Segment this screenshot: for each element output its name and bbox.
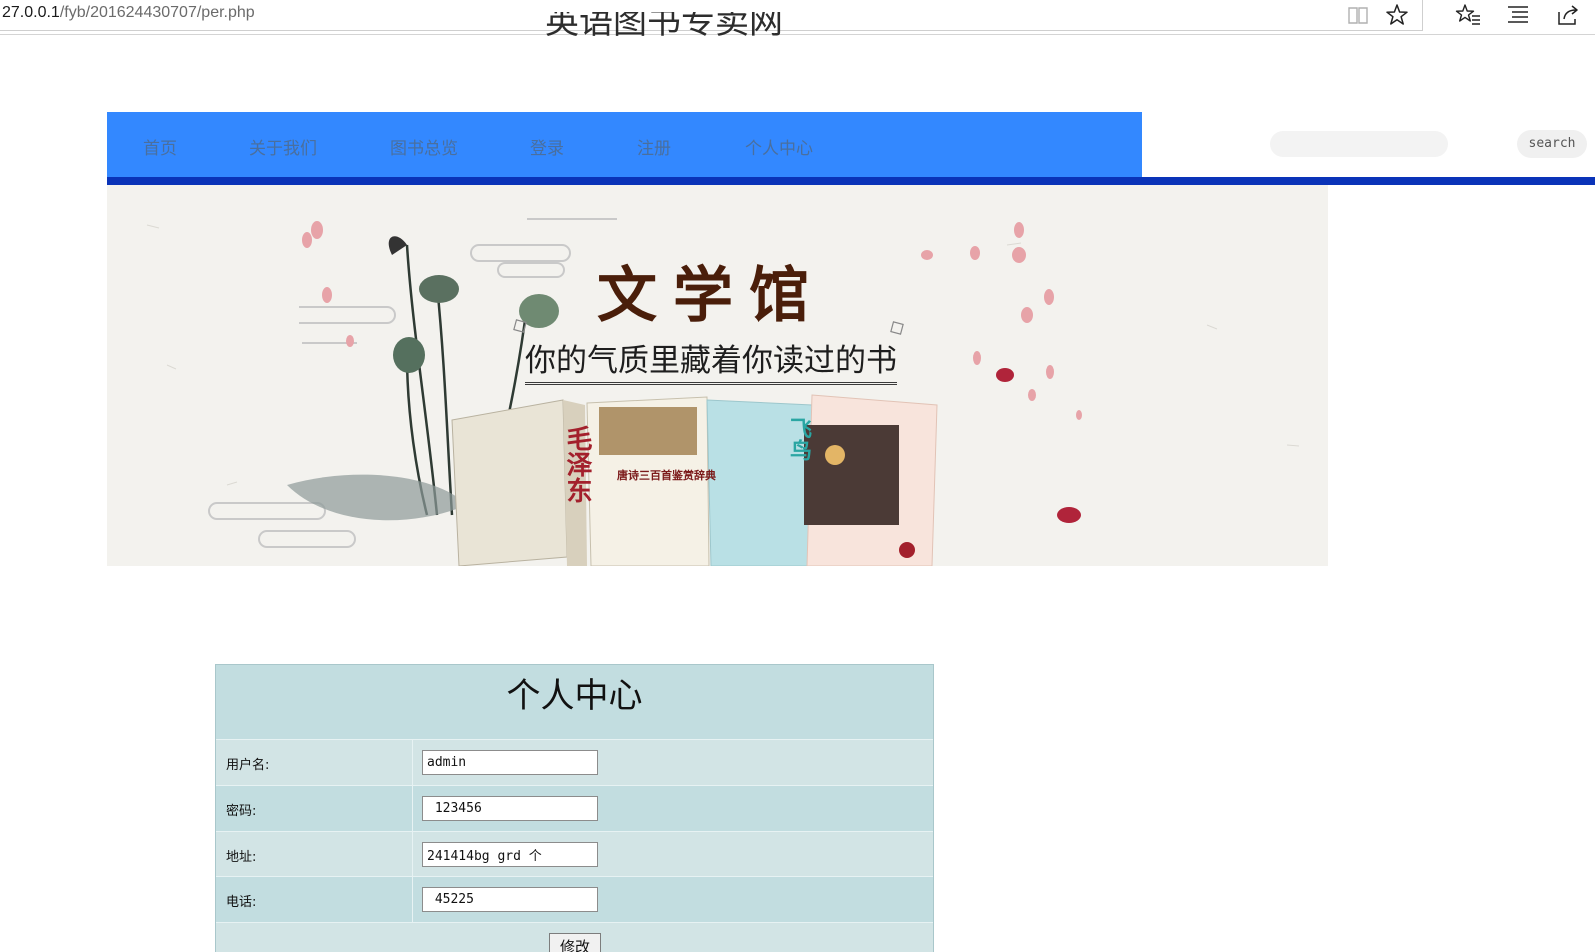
form-row-address: 地址: (216, 831, 933, 877)
banner-image: 文学馆 你的气质里藏着你读过的书 毛泽东 唐诗三百首鉴赏辞典 飞鸟 (107, 185, 1328, 566)
phone-input[interactable] (422, 887, 598, 912)
url-path: /fyb/201624430707/per.php (59, 4, 255, 21)
username-label: 用户名: (226, 758, 270, 773)
password-label: 密码: (226, 804, 257, 819)
password-input[interactable] (422, 796, 598, 821)
nav-item-books[interactable]: 图书总览 (390, 134, 458, 159)
banner-title: 文学馆 (597, 261, 825, 331)
address-label: 地址: (226, 850, 257, 865)
form-row-phone: 电话: (216, 876, 933, 922)
page: 27.0.0.1/fyb/201624430707/per.php 英语图书专卖… (0, 0, 1595, 952)
browser-toolbar: 27.0.0.1/fyb/201624430707/per.php (0, 0, 1595, 35)
search-input[interactable] (1270, 131, 1448, 157)
share-icon[interactable] (1556, 2, 1582, 28)
row-divider (412, 740, 413, 785)
search-button[interactable]: search (1517, 130, 1587, 158)
address-url[interactable]: 27.0.0.1/fyb/201624430707/per.php (2, 4, 255, 22)
row-divider (412, 786, 413, 831)
favorites-list-icon[interactable] (1455, 2, 1481, 28)
form-row-username: 用户名: (216, 739, 933, 785)
book-title-tang-poems: 唐诗三百首鉴赏辞典 (617, 469, 716, 482)
username-input[interactable] (422, 750, 598, 775)
phone-label: 电话: (226, 895, 257, 910)
nav-item-profile[interactable]: 个人中心 (745, 134, 813, 159)
nav-item-about[interactable]: 关于我们 (249, 134, 317, 159)
nav-underline (107, 177, 1595, 185)
profile-panel: 个人中心 用户名: 密码: 地址: 电话: 修改 (215, 664, 934, 952)
favorite-star-icon[interactable] (1384, 2, 1410, 28)
banner-slogan: 你的气质里藏着你读过的书 (525, 335, 897, 385)
nav-item-register[interactable]: 注册 (637, 134, 671, 159)
row-divider (412, 832, 413, 877)
row-divider (412, 877, 413, 922)
book-title-stray-birds: 飞鸟 (786, 417, 812, 461)
site-title: 英语图书专卖网 (545, 12, 783, 42)
main-nav: 首页 关于我们 图书总览 登录 注册 个人中心 (107, 112, 1142, 177)
book-title-mao: 毛泽东 (562, 425, 592, 503)
profile-title: 个人中心 (506, 676, 643, 716)
hub-icon[interactable] (1505, 2, 1531, 28)
form-row-submit: 修改 (216, 922, 933, 952)
nav-item-home[interactable]: 首页 (143, 134, 177, 159)
nav-item-login[interactable]: 登录 (530, 134, 564, 159)
address-input[interactable] (422, 842, 598, 867)
modify-button[interactable]: 修改 (549, 933, 601, 952)
url-host: 27.0.0.1 (2, 4, 60, 21)
form-row-password: 密码: (216, 785, 933, 831)
reading-view-icon[interactable] (1345, 2, 1371, 28)
